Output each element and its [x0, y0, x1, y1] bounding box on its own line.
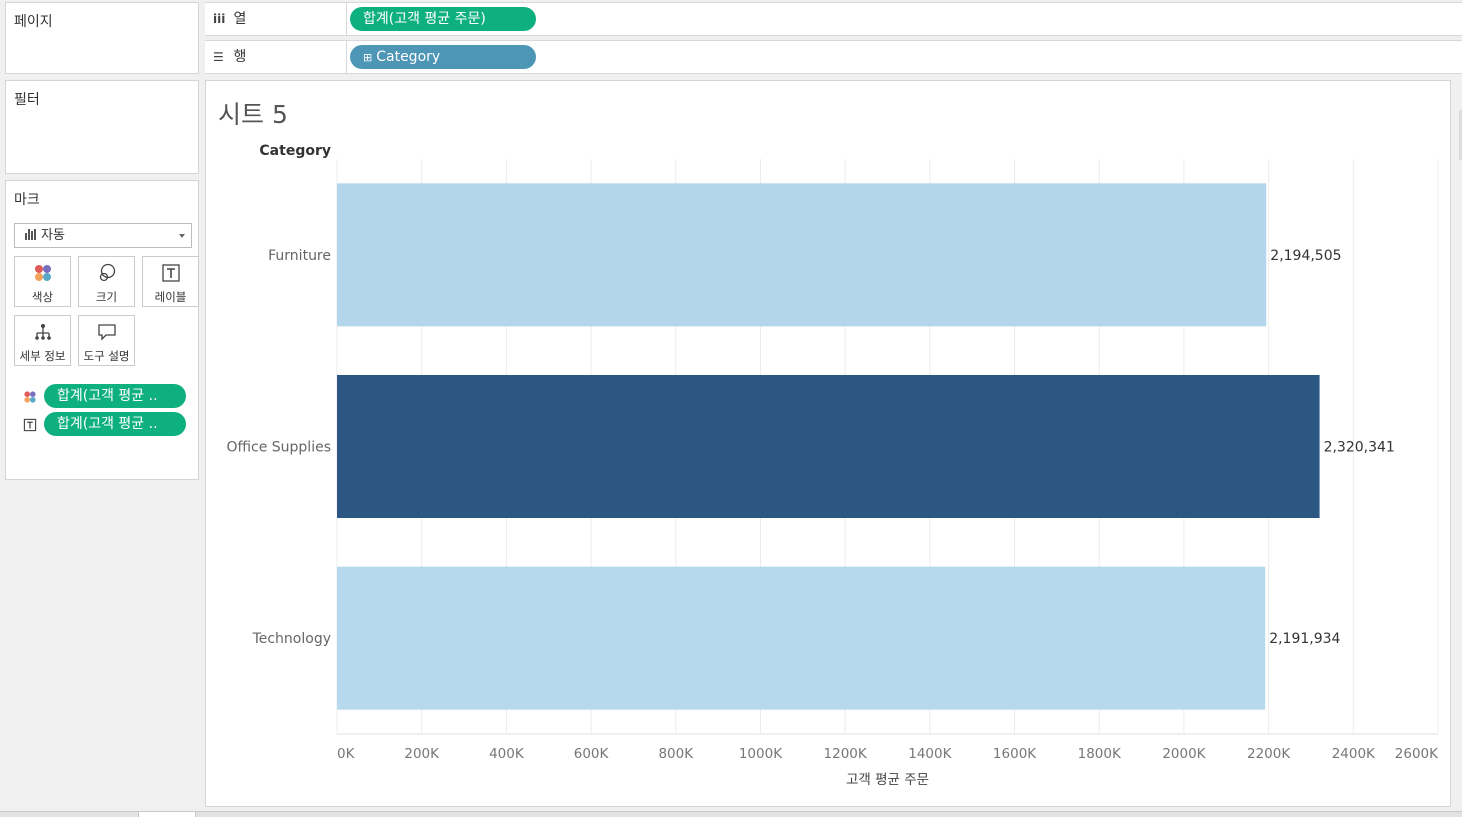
- color-icon: [23, 389, 37, 408]
- x-tick-label: 1600K: [993, 746, 1037, 762]
- category-label: Technology: [252, 631, 331, 647]
- tooltip-card-label: 도구 설명: [83, 349, 130, 363]
- marks-panel-title: 마크: [14, 192, 40, 208]
- size-card-label: 크기: [95, 290, 118, 304]
- columns-shelf-title: 열: [233, 11, 247, 27]
- x-tick-label: 400K: [489, 746, 525, 762]
- worksheet-view[interactable]: 시트 5 Furniture 2,194,505 Office Supplies 2,…: [205, 80, 1451, 807]
- tooltip-card[interactable]: 도구 설명: [78, 315, 135, 366]
- color-card[interactable]: 색상: [14, 256, 71, 307]
- filters-panel[interactable]: 필터: [5, 80, 199, 174]
- columns-shelf[interactable]: iii 열 합계(고객 평균 주문): [205, 2, 1462, 36]
- pages-panel-title: 페이지: [14, 14, 53, 30]
- bar: [337, 375, 1320, 518]
- rows-shelf-title: 행: [233, 49, 247, 65]
- active-sheet-tab[interactable]: [138, 812, 196, 817]
- color-card-label: 색상: [31, 290, 54, 304]
- x-axis-title: 고객 평균 주문: [846, 772, 929, 788]
- rows-icon: ☰: [213, 50, 224, 64]
- color-icon: [15, 263, 70, 289]
- x-tick-label: 800K: [658, 746, 694, 762]
- x-tick-label: 2200K: [1247, 746, 1291, 762]
- x-tick-label: 2600K: [1395, 746, 1439, 762]
- label-card[interactable]: 레이블: [142, 256, 199, 307]
- x-tick-label: 1000K: [739, 746, 783, 762]
- columns-shelf-label: iii 열: [205, 3, 347, 35]
- x-tick-label: 1800K: [1078, 746, 1122, 762]
- detail-icon: [15, 322, 70, 348]
- color-field-pill[interactable]: 합계(고객 평균 ..: [44, 384, 186, 408]
- category-label: Office Supplies: [226, 440, 331, 456]
- tooltip-icon: [79, 322, 134, 348]
- columns-pill[interactable]: 합계(고객 평균 주문): [350, 7, 536, 31]
- x-tick-label: 0K: [337, 746, 356, 762]
- size-card[interactable]: 크기: [78, 256, 135, 307]
- detail-card[interactable]: 세부 정보: [14, 315, 71, 366]
- label-icon: [23, 417, 37, 436]
- filters-panel-title: 필터: [14, 92, 40, 108]
- pages-panel[interactable]: 페이지: [5, 2, 199, 74]
- x-tick-label: 2000K: [1162, 746, 1206, 762]
- size-icon: [79, 263, 134, 289]
- data-label: 2,194,505: [1270, 248, 1341, 264]
- category-label: Furniture: [268, 248, 331, 264]
- bar-chart: Furniture 2,194,505 Office Supplies 2,320,3…: [226, 143, 1439, 788]
- marks-panel: 마크 자동 색상 크기 레이블 세부 정보 도구 설명 합계(고객 평균 .. …: [5, 180, 199, 480]
- x-tick-label: 600K: [574, 746, 610, 762]
- x-tick-label: 200K: [404, 746, 440, 762]
- data-label: 2,191,934: [1269, 631, 1340, 647]
- columns-icon: iii: [213, 12, 226, 26]
- row-header: Category: [259, 143, 331, 159]
- chevron-down-icon: [179, 234, 185, 238]
- rows-shelf[interactable]: ☰ 행 ⊞ Category: [205, 40, 1462, 74]
- label-field-pill[interactable]: 합계(고객 평균 ..: [44, 412, 186, 436]
- bar-chart-icon: [25, 229, 37, 240]
- rows-pill-label: Category: [376, 49, 441, 65]
- x-tick-label: 2400K: [1332, 746, 1376, 762]
- label-icon: [143, 263, 198, 289]
- detail-card-label: 세부 정보: [19, 349, 66, 363]
- label-card-label: 레이블: [154, 290, 187, 304]
- rows-pill[interactable]: ⊞ Category: [350, 45, 536, 69]
- mark-type-value: 자동: [41, 228, 65, 243]
- rows-shelf-label: ☰ 행: [205, 41, 347, 73]
- x-tick-label: 1200K: [824, 746, 868, 762]
- data-label: 2,320,341: [1324, 440, 1395, 456]
- bar: [337, 566, 1266, 710]
- mark-type-dropdown[interactable]: 자동: [14, 223, 192, 248]
- x-tick-label: 1400K: [908, 746, 952, 762]
- sheet-tabs-bar: [0, 811, 1462, 817]
- expand-icon: ⊞: [363, 51, 373, 64]
- bar: [337, 183, 1267, 327]
